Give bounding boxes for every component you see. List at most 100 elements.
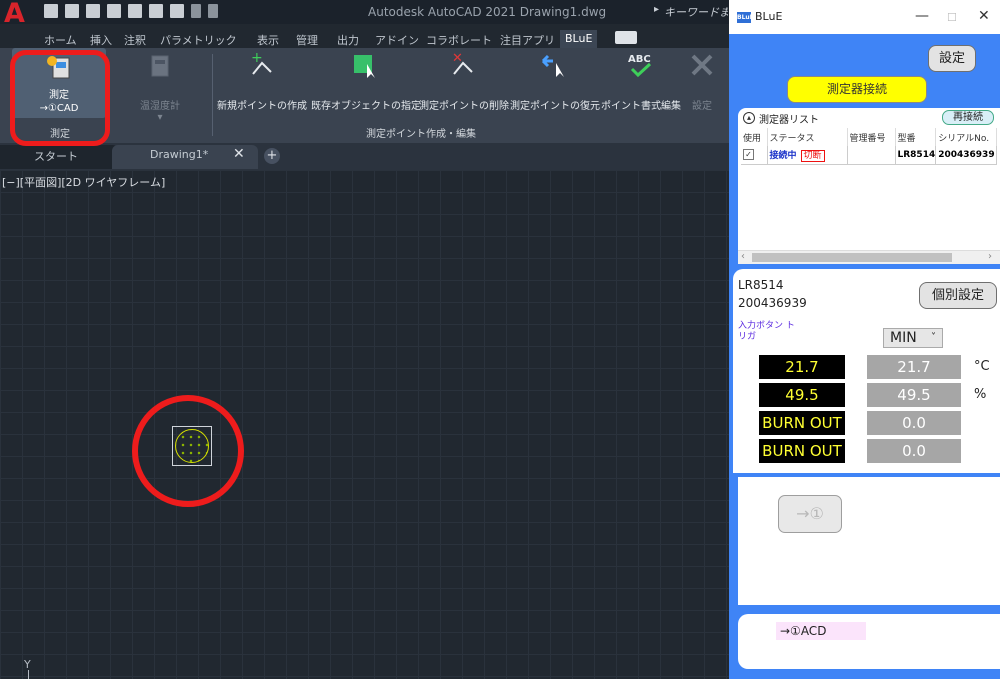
abc-check-icon: ABC [628, 54, 652, 78]
ribbon-settings-button[interactable]: 設定 [682, 50, 722, 112]
minimize-icon[interactable]: — [915, 8, 929, 24]
document-tabs: スタート Drawing1* ✕ + [0, 143, 729, 170]
autocad-window: A Autodesk AutoCAD 2021 Drawing1.dwg ▸ キ… [0, 0, 729, 679]
tab-manage[interactable]: 管理 [296, 32, 318, 48]
tab-view[interactable]: 表示 [257, 32, 279, 48]
tab-collaborate[interactable]: コラボレート [426, 32, 492, 48]
model-cell: LR8514 [895, 146, 937, 165]
reading-3-value: 0.0 [867, 411, 961, 435]
col-mgmt-no: 管理番号 [847, 128, 896, 146]
tab-drawing-label: Drawing1* [150, 148, 209, 161]
scroll-thumb[interactable] [752, 253, 952, 262]
col-status: ステータス [767, 128, 848, 146]
reading-4-live: BURN OUT [759, 439, 845, 463]
ribbon-tabs: ホーム 挿入 注釈 パラメトリック 表示 管理 出力 アドイン コラボレート 注… [0, 28, 729, 48]
detail-model: LR8514 [738, 278, 784, 292]
search-expand-icon[interactable]: ▸ [654, 4, 659, 15]
log-panel: →①ACD [738, 614, 1000, 669]
tab-blue[interactable]: BLuE [560, 30, 598, 48]
highlight-box-annotation [10, 50, 110, 146]
point-format-label: ポイント書式編集 [601, 101, 681, 112]
device-list-panel: ▴ 測定器リスト 再接続 使用 ステータス 管理番号 型番 シリアルNo. ✓ … [738, 108, 1000, 264]
save-icon[interactable] [86, 4, 100, 18]
connect-device-button[interactable]: 測定器接続 [787, 76, 927, 103]
restore-point-button[interactable]: 測定ポイントの復元 [510, 50, 600, 112]
tools-icon [691, 54, 713, 76]
open-folder-icon[interactable] [65, 4, 79, 18]
new-point-label: 新規ポイントの作成 [217, 101, 307, 112]
close-tab-icon[interactable]: ✕ [233, 146, 245, 162]
reading-4-value: 0.0 [867, 439, 961, 463]
save-web-icon[interactable] [149, 4, 163, 18]
new-file-icon[interactable] [44, 4, 58, 18]
col-serial: シリアルNo. [935, 128, 997, 146]
reconnect-button[interactable]: 再接続 [942, 110, 994, 125]
device-list-title: 測定器リスト [759, 115, 819, 126]
chevron-down-icon: ˅ [931, 332, 936, 343]
open-web-icon[interactable] [128, 4, 142, 18]
tab-home[interactable]: ホーム [44, 32, 77, 48]
serial-cell: 200436939 [935, 146, 997, 165]
table-row[interactable]: ✓ 接続中 切断 LR8514 200436939 [741, 146, 997, 165]
save-as-icon[interactable] [107, 4, 121, 18]
svg-text:+: + [251, 50, 263, 66]
redo-icon[interactable] [208, 4, 218, 18]
delete-point-button[interactable]: ✕ 測定ポイントの削除 [419, 50, 509, 112]
tab-addins[interactable]: アドイン [375, 32, 419, 48]
scroll-right-icon[interactable]: › [988, 251, 992, 262]
reading-1-live: 21.7 [759, 355, 845, 379]
trigger-mode-value: MIN [890, 330, 917, 346]
ribbon-settings-label: 設定 [692, 101, 712, 112]
tab-featured-apps[interactable]: 注目アプリ [500, 32, 555, 48]
restore-point-label: 測定ポイントの復元 [510, 101, 600, 112]
horizontal-scrollbar[interactable]: ‹ › [738, 250, 1000, 264]
tab-insert[interactable]: 挿入 [90, 32, 112, 48]
blue-app-icon: BLuE [737, 12, 754, 23]
existing-object-button[interactable]: 既存オブジェクトの指定 [311, 50, 421, 112]
svg-text:✕: ✕ [452, 51, 463, 66]
reading-2-value: 49.5 [867, 383, 961, 407]
col-use: 使用 [741, 128, 768, 146]
close-icon[interactable]: ✕ [978, 8, 990, 24]
tab-annotate[interactable]: 注釈 [124, 32, 146, 48]
scroll-left-icon[interactable]: ‹ [741, 251, 745, 262]
quick-access-toolbar [44, 4, 218, 20]
hygrometer-dropdown-icon[interactable]: ▾ [130, 112, 190, 123]
tab-parametric[interactable]: パラメトリック [160, 32, 237, 48]
table-header-row: 使用 ステータス 管理番号 型番 シリアルNo. [741, 128, 997, 146]
existing-object-label: 既存オブジェクトの指定 [311, 101, 421, 112]
window-title: Autodesk AutoCAD 2021 Drawing1.dwg [368, 5, 607, 19]
undo-icon[interactable] [191, 4, 201, 18]
hygrometer-icon [151, 55, 169, 77]
keyword-search-input[interactable]: キーワードまたは [664, 4, 728, 20]
use-checkbox[interactable]: ✓ [743, 149, 754, 161]
delete-point-icon: ✕ [452, 51, 473, 75]
trigger-mode-select[interactable]: MIN ˅ [883, 328, 943, 348]
reading-2-unit: % [974, 387, 987, 402]
send-to-point-button[interactable]: →① [778, 495, 842, 533]
plot-icon[interactable] [170, 4, 184, 18]
reading-2-live: 49.5 [759, 383, 845, 407]
point-format-button[interactable]: ABC ポイント書式編集 [600, 50, 682, 112]
new-point-button[interactable]: + 新規ポイントの作成 [216, 50, 308, 112]
autocad-logo-icon[interactable]: A [4, 0, 30, 29]
ribbon-divider [212, 54, 213, 136]
tab-output[interactable]: 出力 [337, 32, 359, 48]
existing-object-icon [354, 55, 375, 78]
new-tab-button[interactable]: + [264, 148, 280, 164]
log-entry: →①ACD [776, 622, 866, 640]
status-cell: 接続中 切断 [767, 146, 848, 165]
maximize-icon[interactable]: ☐ [947, 11, 957, 24]
individual-settings-button[interactable]: 個別設定 [919, 282, 997, 309]
use-cell: ✓ [741, 146, 768, 165]
viewport-controls[interactable]: [−][平面図][2D ワイヤフレーム] [2, 174, 165, 190]
disconnect-button[interactable]: 切断 [800, 150, 825, 163]
ribbon-display-icon[interactable] [615, 31, 637, 44]
trigger-label: 入力ボタン トリガ [738, 321, 795, 342]
drawing-viewport[interactable]: [−][平面図][2D ワイヤフレーム] Y [0, 170, 729, 679]
collapse-icon[interactable]: ▴ [743, 112, 755, 124]
status-connected: 接続中 [769, 151, 797, 162]
hygrometer-button[interactable]: 温湿度計 ▾ [130, 50, 190, 123]
settings-button[interactable]: 設定 [928, 45, 976, 72]
svg-text:ABC: ABC [628, 54, 651, 65]
